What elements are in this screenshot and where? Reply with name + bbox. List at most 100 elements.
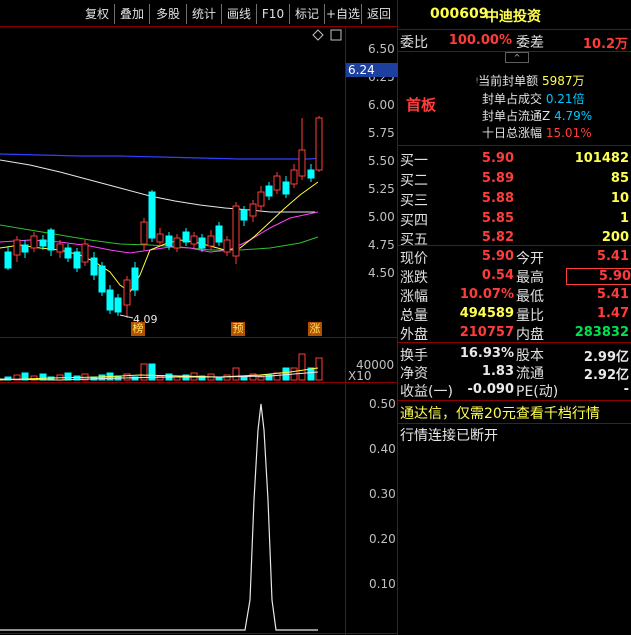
candle-body xyxy=(39,239,47,247)
price-tick-label: 5.00 xyxy=(368,210,395,224)
indicator-tick-label: 0.30 xyxy=(369,487,396,501)
price-tick-label: 5.50 xyxy=(368,154,395,168)
limit-info-row: ᵎ当前封单额 5987万 xyxy=(476,74,585,88)
candle-body xyxy=(307,169,315,179)
candle-body xyxy=(298,149,306,177)
volume-bar xyxy=(298,353,306,381)
candle-body xyxy=(156,233,164,243)
chart-tag[interactable]: 涨 xyxy=(308,322,322,336)
candle-body xyxy=(123,279,131,306)
finance-label: 换手 xyxy=(400,348,428,364)
bid-price: 5.85 xyxy=(481,211,514,226)
price-tick-label: 5.75 xyxy=(368,126,395,140)
chart-diamond-icon[interactable] xyxy=(312,29,324,41)
volume-bar xyxy=(223,374,231,381)
candle-body xyxy=(249,203,257,217)
bid-volume: 10 xyxy=(610,191,629,206)
bid-level-label: 买二 xyxy=(400,173,428,189)
candle-body xyxy=(13,239,21,256)
volume-bar xyxy=(232,367,240,381)
quote-label: 现价 xyxy=(400,251,428,267)
candle-body xyxy=(56,243,64,253)
candle-body xyxy=(273,175,281,191)
bid-price: 5.90 xyxy=(481,151,514,166)
candle-body xyxy=(90,257,98,276)
quote-label: 外盘 xyxy=(400,327,428,343)
quote-value: 5.41 xyxy=(596,287,629,302)
candle-body xyxy=(64,247,72,259)
candle-body xyxy=(215,225,223,243)
collapse-chevron-icon[interactable]: ^ xyxy=(505,52,529,63)
price-tick-label: 4.75 xyxy=(368,238,395,252)
bid-level-label: 买四 xyxy=(400,213,428,229)
quote-value: 0.54 xyxy=(481,268,514,283)
quote-label: 今开 xyxy=(516,251,544,267)
price-tick-label: 4.50 xyxy=(368,266,395,280)
quote-label: 涨跌 xyxy=(400,270,428,286)
kline-chart[interactable]: 4.09 xyxy=(0,0,345,635)
candle-body xyxy=(148,191,156,239)
quote-label: 量比 xyxy=(516,308,544,324)
volume-bar xyxy=(123,373,131,381)
candle-body xyxy=(182,231,190,243)
finance-value: - xyxy=(623,382,629,397)
quote-label: 内盘 xyxy=(516,327,544,343)
quote-label: 涨幅 xyxy=(400,289,428,305)
bid-price: 5.88 xyxy=(481,191,514,206)
volume-bar xyxy=(257,376,265,381)
limit-info-row: 封单占成交 0.21倍 xyxy=(482,92,585,106)
candle-body xyxy=(30,235,38,249)
ma-line-blue xyxy=(0,153,321,160)
candle-body xyxy=(207,235,215,247)
candlestick-series xyxy=(4,116,323,318)
limit-info-row: 十日总涨幅 15.01% xyxy=(482,126,592,140)
candle-body xyxy=(232,205,240,257)
weibi-value: 100.00% xyxy=(448,33,512,48)
bid-level-label: 买一 xyxy=(400,153,428,169)
stock-name: 中迪投资 xyxy=(485,9,541,25)
weicha-label: 委差 xyxy=(516,35,544,51)
volume-bar xyxy=(64,372,72,381)
connection-status: 行情连接已断开 xyxy=(400,428,498,444)
quote-value: 1.47 xyxy=(596,306,629,321)
quote-label: 最高 xyxy=(516,270,544,286)
candle-body xyxy=(290,169,298,185)
candle-body xyxy=(190,235,198,245)
back-button[interactable]: 返回 xyxy=(362,5,396,23)
bid-price: 5.89 xyxy=(481,171,514,186)
bid-level-label: 买五 xyxy=(400,232,428,248)
indicator-tick-label: 0.10 xyxy=(369,577,396,591)
volume-bar xyxy=(156,375,164,381)
candle-body xyxy=(315,117,323,171)
price-tick-label: 5.25 xyxy=(368,182,395,196)
candle-body xyxy=(21,244,29,253)
quote-label: 总量 xyxy=(400,308,428,324)
indicator-line xyxy=(0,403,318,631)
price-tick-label: 6.00 xyxy=(368,98,395,112)
candle-body xyxy=(223,239,231,253)
chart-square-icon[interactable] xyxy=(330,29,342,41)
bid-volume: 101482 xyxy=(574,151,629,166)
finance-label: PE(动) xyxy=(516,384,559,400)
quote-value: 10.07% xyxy=(459,287,514,302)
quote-value: 210757 xyxy=(459,325,514,340)
first-board-badge: 首板 xyxy=(406,96,437,114)
weicha-value: 10.2万 xyxy=(582,37,628,52)
bid-volume: 200 xyxy=(601,230,629,245)
limit-info-row: 封单占流通Z 4.79% xyxy=(482,109,593,123)
candle-body xyxy=(257,191,265,207)
candle-body xyxy=(47,229,55,251)
price-tick-label: 6.50 xyxy=(368,42,395,56)
indicator-tick-label: 0.20 xyxy=(369,532,396,546)
chart-tag[interactable]: 预 xyxy=(231,322,245,336)
candle-body xyxy=(198,237,206,249)
bid-volume: 1 xyxy=(619,211,629,226)
promo-text[interactable]: 通达信，仅需20元查看千档行情 xyxy=(400,403,600,423)
volume-unit-label: X10 xyxy=(348,369,372,383)
finance-label: 流通 xyxy=(516,366,544,382)
indicator-tick-label: 0.50 xyxy=(369,397,396,411)
weibi-label: 委比 xyxy=(400,35,428,51)
chart-tag[interactable]: 榜 xyxy=(131,322,145,336)
volume-bar xyxy=(273,372,281,381)
candle-body xyxy=(106,289,114,311)
